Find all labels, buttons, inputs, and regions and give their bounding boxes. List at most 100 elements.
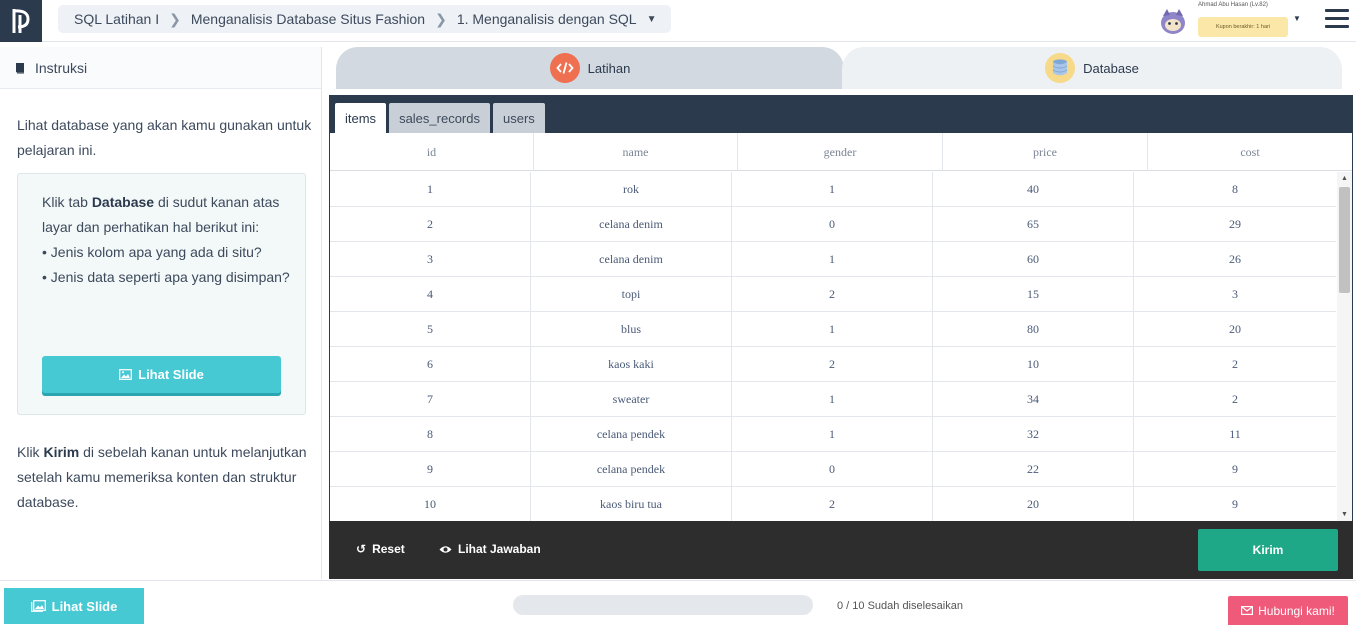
table-tab-items[interactable]: items [335, 103, 387, 133]
column-header[interactable]: gender [738, 133, 943, 171]
table-cell-name: celana denim [531, 242, 732, 277]
table-cell-gender: 1 [732, 312, 933, 347]
reset-label: Reset [372, 542, 405, 556]
table-cell-price: 60 [933, 242, 1134, 277]
column-header[interactable]: id [330, 133, 534, 171]
column-header[interactable]: cost [1148, 133, 1352, 171]
show-answer-button[interactable]: Lihat Jawaban [439, 542, 541, 556]
breadcrumb-item-lesson[interactable]: 1. Menganalisis dengan SQL [457, 11, 637, 27]
table-cell-cost: 29 [1229, 217, 1241, 231]
table-tab-sales-records[interactable]: sales_records [389, 103, 490, 133]
table-cell-name: celana pendek [531, 417, 732, 452]
table-cell-name: celana denim [531, 207, 732, 242]
contact-us-label: Hubungi kami! [1258, 603, 1335, 618]
submit-button[interactable]: Kirim [1198, 529, 1338, 571]
tab-latihan[interactable]: Latihan [336, 47, 844, 89]
table-cell-id: 4 [330, 277, 531, 312]
vertical-scrollbar[interactable]: ▲ ▼ [1337, 172, 1352, 521]
table-cell-id: 10 [330, 487, 531, 521]
table-header: id name gender price cost [330, 133, 1352, 171]
table-row[interactable]: 8 celana pendek 1 32 11 [330, 417, 1336, 452]
column-header[interactable]: name [534, 133, 738, 171]
table-cell-name: sweater [531, 382, 732, 417]
view-slide-button[interactable]: Lihat Slide [42, 356, 281, 393]
instructions-outro: Klik Kirim di sebelah kanan untuk melanj… [17, 440, 313, 515]
instructions-intro: Lihat database yang akan kamu gunakan un… [17, 117, 312, 158]
table-cell-cost: 8 [1232, 182, 1238, 196]
table-cell-price: 20 [933, 487, 1134, 521]
footer: Lihat Slide 0 / 10 Sudah diselesaikan Hu… [0, 580, 1356, 625]
table-cell-id: 5 [330, 312, 531, 347]
scroll-up-icon[interactable]: ▲ [1341, 175, 1348, 182]
table-cell-name: topi [531, 277, 732, 312]
chevron-right-icon: ❯ [435, 10, 447, 27]
caret-down-icon[interactable]: ▼ [1293, 14, 1301, 23]
reset-button[interactable]: ↺ Reset [356, 542, 405, 556]
breadcrumb-item-course[interactable]: SQL Latihan I [74, 11, 159, 27]
table-cell-id: 9 [330, 452, 531, 487]
table-row[interactable]: 5 blus 1 80 20 [330, 312, 1336, 347]
hamburger-icon[interactable] [1325, 9, 1349, 29]
table-cell-price: 10 [933, 347, 1134, 382]
table-cell-gender: 2 [732, 347, 933, 382]
breadcrumb-item-chapter[interactable]: Menganalisis Database Situs Fashion [191, 11, 425, 27]
tab-database-label: Database [1083, 60, 1139, 76]
instructions-title: Instruksi [35, 59, 88, 76]
logo-icon[interactable] [0, 0, 42, 42]
table-cell-cost: 26 [1229, 252, 1241, 266]
outro-prefix: Klik [17, 444, 44, 460]
table-cell-id: 2 [330, 207, 531, 242]
table-tabs: items sales_records users [335, 103, 548, 133]
table-tab-users[interactable]: users [493, 103, 545, 133]
table-cell-price: 22 [933, 452, 1134, 487]
contact-us-button[interactable]: Hubungi kami! [1228, 596, 1348, 625]
user-menu[interactable]: Ahmad Abu Hasan (Lv.82) Kupon berakhir: … [1156, 0, 1306, 42]
table-row[interactable]: 3 celana denim 1 60 26 [330, 242, 1336, 277]
table-cell-name: blus [531, 312, 732, 347]
table-row[interactable]: 4 topi 2 15 3 [330, 277, 1336, 312]
scroll-thumb[interactable] [1339, 187, 1350, 293]
show-answer-label: Lihat Jawaban [458, 542, 541, 556]
table-cell-cost: 11 [1229, 427, 1241, 441]
progress-bar [513, 595, 813, 615]
progress-text: 0 / 10 Sudah diselesaikan [837, 600, 963, 612]
instructions-header: Instruksi [0, 47, 321, 89]
table-cell-gender: 0 [732, 452, 933, 487]
table-cell-gender: 1 [732, 382, 933, 417]
table-cell-price: 32 [933, 417, 1134, 452]
hint-prefix: Klik tab [42, 194, 92, 210]
table-row[interactable]: 6 kaos kaki 2 10 2 [330, 347, 1336, 382]
tab-database[interactable]: Database [842, 47, 1342, 89]
table-cell-id: 6 [330, 347, 531, 382]
hint-bullet: • Jenis data seperti apa yang disimpan? [42, 269, 290, 285]
table-cell-name: kaos biru tua [531, 487, 732, 521]
image-icon [30, 600, 46, 612]
book-icon [16, 62, 24, 73]
table-row[interactable]: 10 kaos biru tua 2 20 9 [330, 487, 1336, 521]
data-table: id name gender price cost 1 rok 1 40 8 2 celan… [330, 133, 1352, 521]
table-row[interactable]: 2 celana denim 0 65 29 [330, 207, 1336, 242]
table-row[interactable]: 9 celana pendek 0 22 9 [330, 452, 1336, 487]
mail-icon [1241, 606, 1254, 615]
table-row[interactable]: 7 sweater 1 34 2 [330, 382, 1336, 417]
table-row[interactable]: 1 rok 1 40 8 [330, 172, 1336, 207]
scroll-down-icon[interactable]: ▼ [1341, 511, 1348, 518]
reset-icon: ↺ [356, 542, 367, 556]
database-viewer: items sales_records users id name gender… [329, 95, 1353, 521]
avatar-icon [1158, 7, 1188, 35]
top-header: SQL Latihan I ❯ Menganalisis Database Si… [0, 0, 1356, 42]
table-cell-id: 1 [330, 172, 531, 207]
table-cell-gender: 1 [732, 242, 933, 277]
table-cell-cost: 20 [1229, 322, 1241, 336]
table-cell-gender: 1 [732, 417, 933, 452]
column-header[interactable]: price [943, 133, 1148, 171]
caret-down-icon[interactable]: ▼ [647, 14, 657, 25]
table-cell-id: 3 [330, 242, 531, 277]
coupon-badge: Kupon berakhir: 1 hari [1198, 17, 1288, 37]
table-cell-gender: 1 [732, 172, 933, 207]
table-cell-cost: 2 [1232, 392, 1238, 406]
footer-view-slide-button[interactable]: Lihat Slide [4, 588, 144, 624]
image-icon [119, 369, 133, 380]
table-cell-cost: 9 [1232, 497, 1238, 511]
breadcrumb: SQL Latihan I ❯ Menganalisis Database Si… [58, 5, 671, 33]
